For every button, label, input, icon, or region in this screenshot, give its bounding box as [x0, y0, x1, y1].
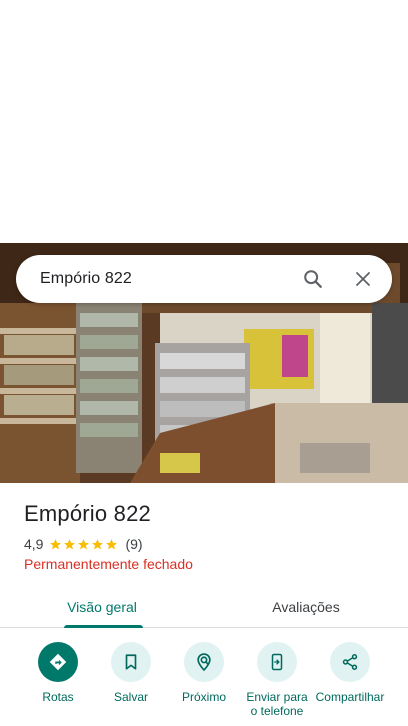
tab-overview[interactable]: Visão geral [0, 586, 204, 628]
active-tab-indicator [64, 625, 143, 628]
review-count: (9) [125, 536, 143, 552]
bookmark-icon [125, 654, 137, 670]
tab-overview-label: Visão geral [67, 598, 137, 615]
star-icon [92, 538, 104, 549]
tab-reviews-label: Avaliações [272, 598, 340, 615]
share-icon [342, 654, 358, 670]
star-icon [50, 538, 62, 549]
search-button[interactable] [288, 255, 338, 303]
nearby-button[interactable]: Próximo [166, 640, 242, 704]
share-circle [330, 642, 370, 682]
directions-circle [38, 642, 78, 682]
star-icon [78, 538, 90, 549]
clear-search-button[interactable] [338, 255, 388, 303]
place-tabs: Visão geral Avaliações [0, 586, 408, 628]
directions-icon [49, 653, 67, 671]
send-to-phone-icon [271, 653, 283, 671]
search-icon [304, 270, 322, 288]
send-to-phone-circle [257, 642, 297, 682]
nearby-label: Próximo [181, 690, 226, 704]
send-to-phone-button[interactable]: Enviar para o telefone [239, 640, 315, 718]
search-bar[interactable]: Empório 822 [16, 255, 392, 303]
directions-label: Rotas [42, 690, 74, 704]
star-rating [49, 538, 119, 551]
close-icon [356, 272, 370, 286]
share-label: Compartilhar [315, 690, 385, 704]
star-icon [64, 538, 76, 549]
place-title: Empório 822 [24, 501, 151, 526]
save-label: Salvar [113, 690, 148, 704]
action-bar: Rotas Salvar Próximo Enviar para o telef… [0, 640, 408, 726]
star-icon [106, 538, 118, 549]
save-circle [111, 642, 151, 682]
tab-reviews[interactable]: Avaliações [204, 586, 408, 627]
nearby-circle [184, 642, 224, 682]
directions-button[interactable]: Rotas [20, 640, 96, 704]
business-status: Permanentemente fechado [24, 556, 193, 572]
search-input[interactable]: Empório 822 [16, 270, 288, 288]
nearby-icon [197, 653, 211, 672]
share-button[interactable]: Compartilhar [312, 640, 388, 704]
rating-value: 4,9 [24, 536, 44, 552]
send-to-phone-label: Enviar para o telefone [246, 690, 308, 718]
rating-row[interactable]: 4,9 (9) [24, 536, 143, 552]
save-button[interactable]: Salvar [93, 640, 169, 704]
